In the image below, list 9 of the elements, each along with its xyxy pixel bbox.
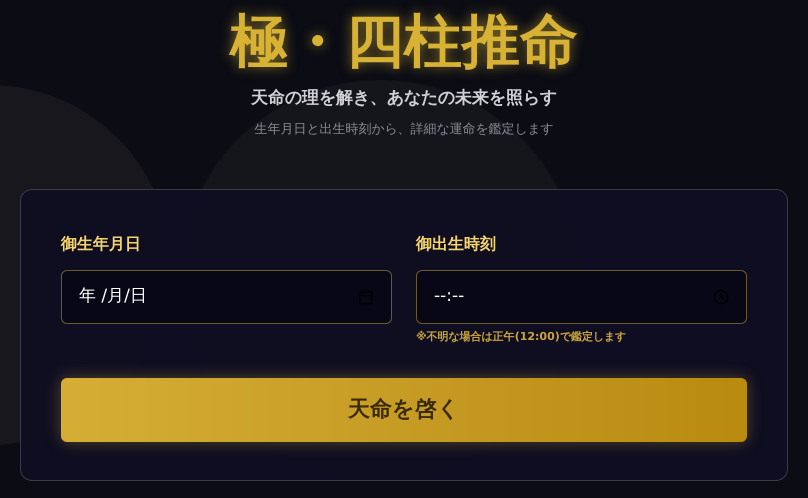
date-field[interactable]: 年 /月/日 (61, 270, 392, 324)
field-label: 御出生時刻 (416, 233, 497, 255)
field-label: 御生年月日 (61, 233, 142, 255)
description: 生年月日と出生時刻から、詳細な運命を鑑定します (254, 120, 554, 138)
time-field[interactable]: --:-- (416, 270, 747, 324)
submit-button[interactable]: 天命を啓く (61, 378, 747, 442)
field-note: ※不明な場合は正午(12:00)で鑑定します (416, 329, 627, 345)
page-title: 極・四柱推命 (230, 6, 578, 77)
subtitle: 天命の理を解き、あなたの未来を照らす (251, 87, 557, 110)
